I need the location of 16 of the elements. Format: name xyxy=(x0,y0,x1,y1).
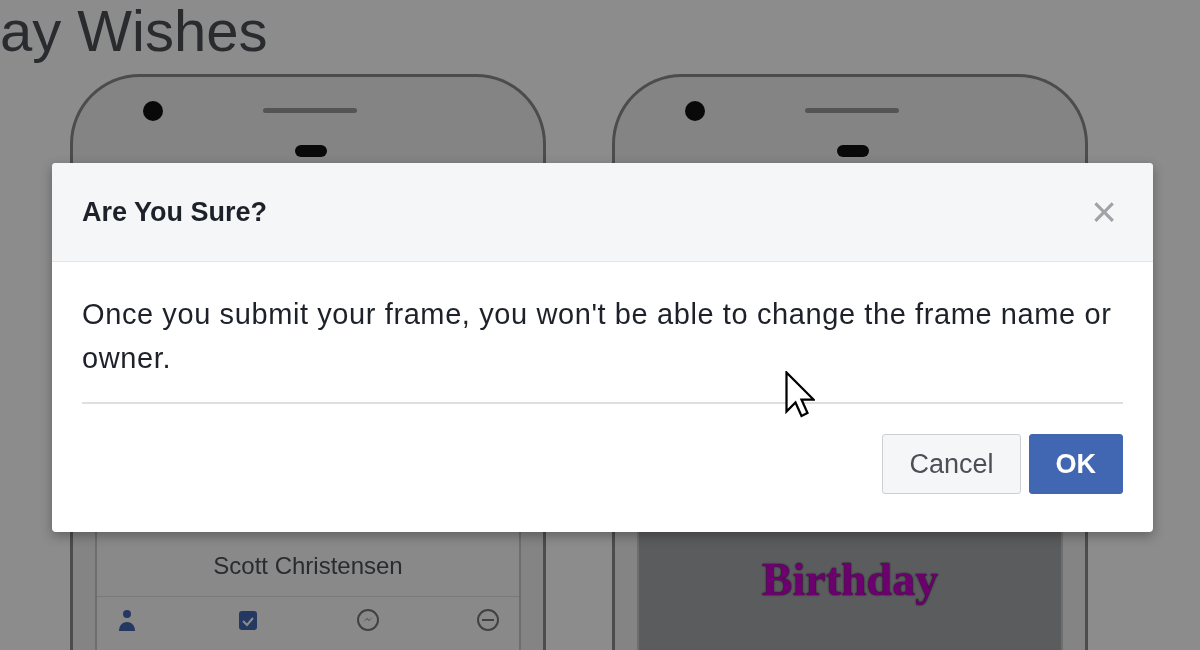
cancel-button[interactable]: Cancel xyxy=(882,434,1021,494)
sensor-icon xyxy=(295,145,327,157)
minus-circle-icon[interactable] xyxy=(475,607,501,633)
ok-button[interactable]: OK xyxy=(1028,434,1123,494)
sensor-icon xyxy=(837,145,869,157)
frame-caption: Birthday xyxy=(760,553,940,607)
camera-icon xyxy=(685,101,705,121)
dialog-message: Once you submit your frame, you won't be able to change the frame name or owner. xyxy=(82,297,1113,376)
profile-name: Scott Christensen xyxy=(212,551,404,581)
chat-bubble-icon[interactable] xyxy=(355,607,381,633)
cursor-icon xyxy=(785,371,815,419)
dialog-title: Are You Sure? xyxy=(82,195,268,229)
camera-icon xyxy=(143,101,163,121)
speaker-icon xyxy=(263,108,357,113)
page-heading: ay Wishes xyxy=(0,0,269,62)
speaker-icon xyxy=(805,108,899,113)
